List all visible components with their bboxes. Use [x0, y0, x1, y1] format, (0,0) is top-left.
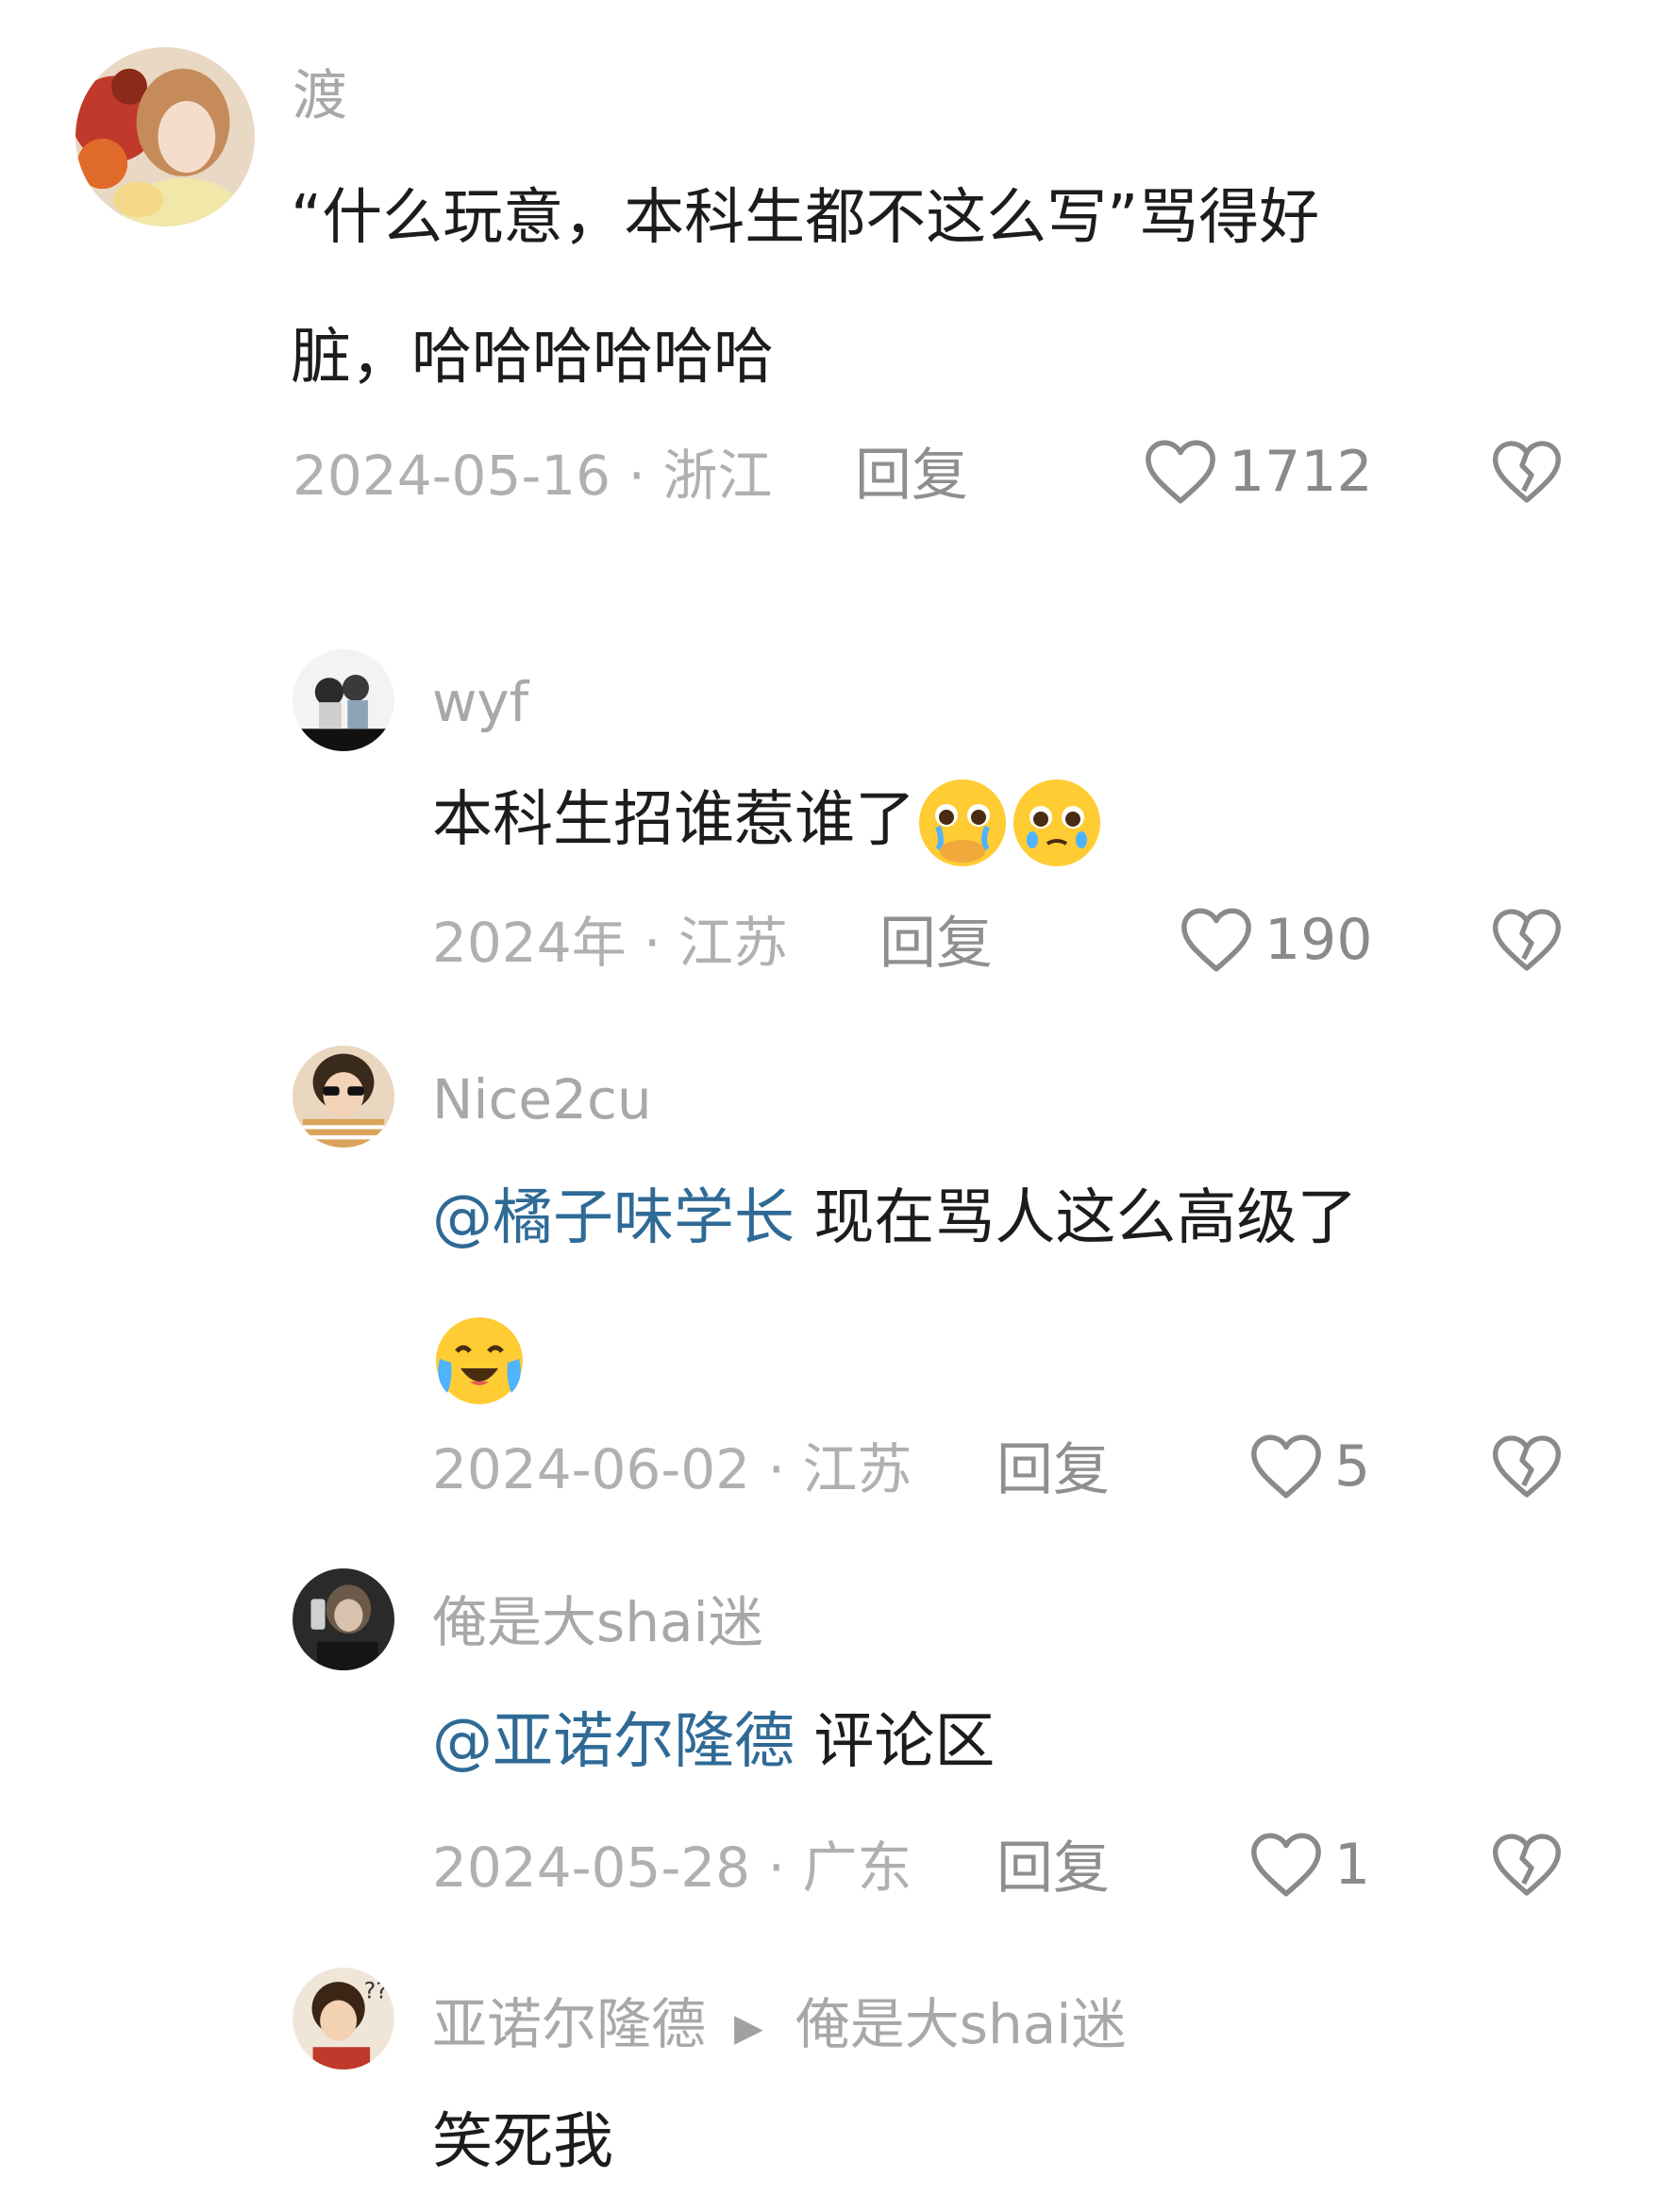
like-count: 190: [1264, 907, 1373, 973]
avatar[interactable]: [293, 1568, 394, 1670]
avatar-child-question-icon: ??: [293, 1968, 394, 2070]
comment-line-text: 笑死我: [432, 2107, 613, 2177]
like-count: 1: [1334, 1832, 1371, 1898]
username[interactable]: wyf: [432, 675, 528, 729]
avatar-girl-flowers-icon: [75, 47, 255, 226]
dislike-button[interactable]: [1489, 904, 1565, 976]
dislike-button[interactable]: [1489, 1829, 1565, 1901]
crying-laughing-emoji-icon: [436, 1317, 523, 1405]
avatar[interactable]: [293, 649, 394, 751]
broken-heart-icon: [1493, 441, 1561, 503]
like-count: 5: [1334, 1433, 1371, 1500]
heart-outline-icon: [1146, 440, 1215, 504]
like-button[interactable]: 1712: [1142, 434, 1373, 510]
avatar[interactable]: [293, 1046, 394, 1148]
comment-line: 脏，哈哈哈哈哈哈: [291, 323, 774, 393]
comment-text: @亚诺尔隆德 评论区: [432, 1672, 995, 1812]
like-button[interactable]: 1: [1247, 1827, 1370, 1902]
avatar-dark-portrait-icon: [293, 1568, 394, 1670]
comment-meta: 2024-05-28 · 广东: [432, 1835, 912, 1900]
reply-button[interactable]: 回复: [996, 1840, 1110, 1897]
emoji-line: [432, 1288, 1357, 1428]
svg-text:??: ??: [364, 1977, 388, 2003]
comment-text: @橘子味学长 现在骂人这么高级了: [432, 1148, 1357, 1428]
username[interactable]: Nice2cu: [432, 1072, 652, 1127]
comment-text: 笑死我: [432, 2072, 613, 2212]
like-count: 1712: [1229, 439, 1373, 505]
comment-line-text: 评论区: [795, 1707, 996, 1777]
reply-button[interactable]: 回复: [996, 1442, 1110, 1499]
comment-meta: 2024-06-02 · 江苏: [432, 1437, 912, 1501]
avatar[interactable]: ??: [293, 1968, 394, 2070]
comment-line: @橘子味学长 现在骂人这么高级了: [432, 1148, 1357, 1288]
username[interactable]: 亚诺尔隆德: [432, 1992, 706, 2056]
comment-text: 本科生招谁惹谁了: [432, 750, 1104, 890]
reply-to-username[interactable]: 俺是大shai迷: [795, 1992, 1127, 2056]
dislike-button[interactable]: [1489, 436, 1565, 508]
dislike-button[interactable]: [1489, 1431, 1565, 1502]
comment-line: 本科生招谁惹谁了: [432, 785, 915, 855]
comment-line-text: 现在骂人这么高级了: [795, 1183, 1358, 1253]
reply-button[interactable]: 回复: [879, 915, 993, 972]
broken-heart-icon: [1493, 909, 1561, 971]
avatar-sunglasses-icon: [293, 1046, 394, 1148]
avatar-couple-photo-icon: [293, 649, 394, 751]
heart-outline-icon: [1251, 1434, 1321, 1499]
mention-link[interactable]: @橘子味学长: [432, 1183, 795, 1253]
username-reply-line: 亚诺尔隆德 ▶ 俺是大shai迷: [432, 1997, 1126, 2052]
comment-text: “什么玩意，本科生都不这么写”骂得好 脏，哈哈哈哈哈哈: [291, 148, 1319, 427]
mention-link[interactable]: @亚诺尔隆德: [432, 1707, 795, 1777]
comment-line: “什么玩意，本科生都不这么写”骂得好: [291, 183, 1320, 253]
like-button[interactable]: 190: [1178, 902, 1373, 978]
triangle-right-icon: ▶: [734, 2005, 763, 2050]
heart-outline-icon: [1181, 908, 1251, 972]
broken-heart-icon: [1493, 1834, 1561, 1896]
like-button[interactable]: 5: [1247, 1429, 1370, 1504]
heart-outline-icon: [1251, 1833, 1321, 1897]
username[interactable]: 俺是大shai迷: [432, 1595, 763, 1650]
avatar[interactable]: [75, 47, 255, 226]
reply-button[interactable]: 回复: [855, 447, 968, 504]
comment-meta: 2024年 · 江苏: [432, 911, 788, 975]
pleading-tear-emoji-icon: [1013, 779, 1100, 867]
pleading-hands-emoji-icon: [919, 779, 1006, 867]
username[interactable]: 渡: [293, 68, 347, 123]
broken-heart-icon: [1493, 1435, 1561, 1498]
comment-meta: 2024-05-16 · 浙江: [293, 444, 773, 508]
